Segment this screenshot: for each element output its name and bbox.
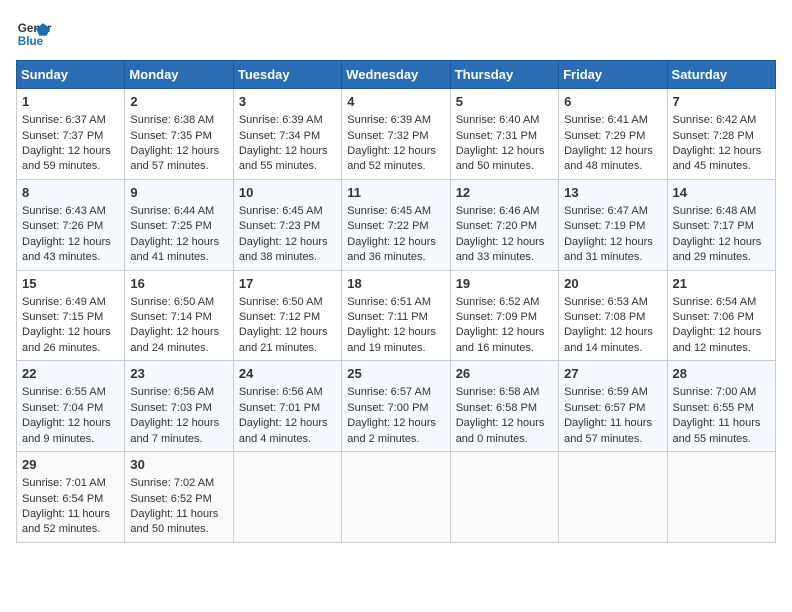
day-number: 15 [22,275,119,293]
col-monday: Monday [125,61,233,89]
calendar-cell: 15Sunrise: 6:49 AMSunset: 7:15 PMDayligh… [17,270,125,361]
day-number: 1 [22,93,119,111]
day-number: 6 [564,93,661,111]
day-number: 23 [130,365,227,383]
day-number: 5 [456,93,553,111]
day-number: 20 [564,275,661,293]
calendar-week-row: 8Sunrise: 6:43 AMSunset: 7:26 PMDaylight… [17,179,776,270]
calendar-cell: 29Sunrise: 7:01 AMSunset: 6:54 PMDayligh… [17,452,125,543]
calendar-cell: 5Sunrise: 6:40 AMSunset: 7:31 PMDaylight… [450,89,558,180]
calendar-cell: 22Sunrise: 6:55 AMSunset: 7:04 PMDayligh… [17,361,125,452]
day-number: 3 [239,93,336,111]
day-number: 8 [22,184,119,202]
calendar-cell: 2Sunrise: 6:38 AMSunset: 7:35 PMDaylight… [125,89,233,180]
calendar-cell: 26Sunrise: 6:58 AMSunset: 6:58 PMDayligh… [450,361,558,452]
calendar-cell: 14Sunrise: 6:48 AMSunset: 7:17 PMDayligh… [667,179,775,270]
day-number: 24 [239,365,336,383]
calendar-cell [450,452,558,543]
calendar-header-row: Sunday Monday Tuesday Wednesday Thursday… [17,61,776,89]
day-number: 19 [456,275,553,293]
col-friday: Friday [559,61,667,89]
col-thursday: Thursday [450,61,558,89]
day-number: 29 [22,456,119,474]
calendar-cell: 3Sunrise: 6:39 AMSunset: 7:34 PMDaylight… [233,89,341,180]
day-number: 25 [347,365,444,383]
calendar-cell: 18Sunrise: 6:51 AMSunset: 7:11 PMDayligh… [342,270,450,361]
calendar-cell [342,452,450,543]
day-number: 11 [347,184,444,202]
svg-text:Blue: Blue [18,35,44,48]
day-number: 21 [673,275,770,293]
calendar-cell: 11Sunrise: 6:45 AMSunset: 7:22 PMDayligh… [342,179,450,270]
logo: General Blue [16,16,52,52]
calendar-cell: 24Sunrise: 6:56 AMSunset: 7:01 PMDayligh… [233,361,341,452]
calendar-week-row: 15Sunrise: 6:49 AMSunset: 7:15 PMDayligh… [17,270,776,361]
day-number: 7 [673,93,770,111]
calendar-cell: 10Sunrise: 6:45 AMSunset: 7:23 PMDayligh… [233,179,341,270]
calendar-table: Sunday Monday Tuesday Wednesday Thursday… [16,60,776,543]
calendar-cell [667,452,775,543]
calendar-cell: 7Sunrise: 6:42 AMSunset: 7:28 PMDaylight… [667,89,775,180]
day-number: 13 [564,184,661,202]
day-number: 17 [239,275,336,293]
day-number: 9 [130,184,227,202]
logo-icon: General Blue [16,16,52,52]
calendar-cell: 28Sunrise: 7:00 AMSunset: 6:55 PMDayligh… [667,361,775,452]
calendar-cell [559,452,667,543]
day-number: 30 [130,456,227,474]
calendar-cell: 23Sunrise: 6:56 AMSunset: 7:03 PMDayligh… [125,361,233,452]
calendar-cell: 16Sunrise: 6:50 AMSunset: 7:14 PMDayligh… [125,270,233,361]
day-number: 18 [347,275,444,293]
calendar-cell: 9Sunrise: 6:44 AMSunset: 7:25 PMDaylight… [125,179,233,270]
calendar-week-row: 22Sunrise: 6:55 AMSunset: 7:04 PMDayligh… [17,361,776,452]
calendar-week-row: 1Sunrise: 6:37 AMSunset: 7:37 PMDaylight… [17,89,776,180]
day-number: 27 [564,365,661,383]
col-saturday: Saturday [667,61,775,89]
col-sunday: Sunday [17,61,125,89]
day-number: 4 [347,93,444,111]
calendar-cell: 25Sunrise: 6:57 AMSunset: 7:00 PMDayligh… [342,361,450,452]
day-number: 14 [673,184,770,202]
day-number: 22 [22,365,119,383]
calendar-cell: 12Sunrise: 6:46 AMSunset: 7:20 PMDayligh… [450,179,558,270]
day-number: 12 [456,184,553,202]
calendar-week-row: 29Sunrise: 7:01 AMSunset: 6:54 PMDayligh… [17,452,776,543]
calendar-cell: 13Sunrise: 6:47 AMSunset: 7:19 PMDayligh… [559,179,667,270]
calendar-cell: 30Sunrise: 7:02 AMSunset: 6:52 PMDayligh… [125,452,233,543]
calendar-cell: 4Sunrise: 6:39 AMSunset: 7:32 PMDaylight… [342,89,450,180]
calendar-cell: 6Sunrise: 6:41 AMSunset: 7:29 PMDaylight… [559,89,667,180]
calendar-cell: 8Sunrise: 6:43 AMSunset: 7:26 PMDaylight… [17,179,125,270]
calendar-cell: 27Sunrise: 6:59 AMSunset: 6:57 PMDayligh… [559,361,667,452]
calendar-cell: 21Sunrise: 6:54 AMSunset: 7:06 PMDayligh… [667,270,775,361]
day-number: 10 [239,184,336,202]
calendar-cell: 20Sunrise: 6:53 AMSunset: 7:08 PMDayligh… [559,270,667,361]
calendar-cell: 1Sunrise: 6:37 AMSunset: 7:37 PMDaylight… [17,89,125,180]
day-number: 28 [673,365,770,383]
day-number: 16 [130,275,227,293]
col-wednesday: Wednesday [342,61,450,89]
day-number: 2 [130,93,227,111]
calendar-cell: 19Sunrise: 6:52 AMSunset: 7:09 PMDayligh… [450,270,558,361]
page-header: General Blue [16,16,776,52]
day-number: 26 [456,365,553,383]
calendar-cell: 17Sunrise: 6:50 AMSunset: 7:12 PMDayligh… [233,270,341,361]
calendar-cell [233,452,341,543]
col-tuesday: Tuesday [233,61,341,89]
